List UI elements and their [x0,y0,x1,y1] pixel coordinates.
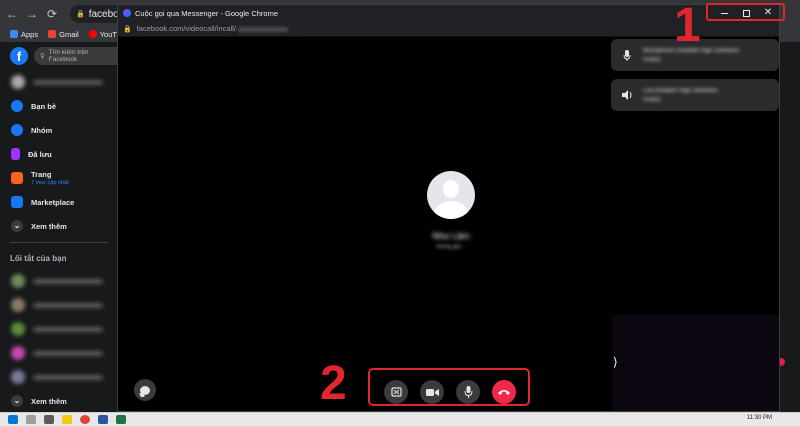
speaker-device-card[interactable]: Loa (Realtek High Definition Audio) [611,79,779,111]
lock-icon: 🔒 [123,25,132,33]
sidebar-item-see-more[interactable]: ⌄ Xem thêm [0,214,118,238]
apps-grid-icon [10,30,18,38]
chevron-right-icon[interactable]: ⟩ [613,355,618,369]
facebook-header: f ⚲ Tìm kiếm trên Facebook [0,42,118,70]
sidebar-item-sublabel: 7 mục cập nhật [31,180,69,186]
facebook-sidebar: f ⚲ Tìm kiếm trên Facebook Bạn bè Nhóm Đ… [0,42,118,412]
shortcut-item[interactable] [0,317,118,341]
shortcut-label-blurred [33,374,103,380]
caller-avatar [427,171,475,219]
youtube-icon [88,30,97,38]
search-icon: ⚲ [40,53,45,60]
facebook-search-input[interactable]: ⚲ Tìm kiếm trên Facebook [34,47,118,65]
profile-name-blurred [33,79,103,85]
start-icon[interactable] [8,415,18,424]
background-right-strip [778,42,800,412]
self-video-preview[interactable] [612,315,779,411]
facebook-logo[interactable]: f [10,47,28,65]
shortcut-label-blurred [33,326,103,332]
app-icon[interactable] [116,415,126,424]
see-more-label: Xem thêm [31,396,67,406]
annotation-box-call-controls [368,368,530,406]
chrome-icon[interactable] [80,415,90,424]
reload-icon[interactable]: ⟳ [46,7,58,21]
device-line: Audio) [643,56,661,63]
avatar [11,370,25,384]
url-blurred-part [237,26,288,32]
call-window-url: facebook.com/videocall/incall/ [137,24,288,33]
chevron-down-icon: ⌄ [11,220,23,232]
chat-button[interactable] [134,379,156,401]
device-line: Audio) [643,96,661,103]
annotation-box-window-controls [706,3,785,21]
back-arrow-icon[interactable]: ← [6,7,18,21]
call-stage: Microphone (Realtek High Definition Audi… [118,37,779,411]
sidebar-item-label: Bạn bè [31,101,57,111]
sidebar-item-pages[interactable]: Trang 7 mục cập nhật [0,166,118,190]
sidebar-item-label: Đã lưu [28,149,52,159]
groups-icon [11,124,23,136]
gmail-icon [48,30,57,38]
sidebar-item-label: Xem thêm [31,221,67,231]
task-view-icon[interactable] [44,415,54,424]
shortcut-item[interactable] [0,365,118,389]
microphone-icon [621,49,633,61]
annotation-number-2: 2 [320,357,347,410]
sidebar-item-label: Trang [31,170,52,179]
shortcuts-title: Lối tắt của bạn [10,253,67,263]
avatar-body [434,201,468,219]
annotation-number-1: 1 [674,0,701,52]
shortcut-label-blurred [33,278,103,284]
bookmark-gmail[interactable]: Gmail [48,30,79,39]
windows-taskbar: 11:30 PM [0,412,800,426]
marketplace-icon [11,196,23,208]
caller-name: Như Lâm [432,231,470,241]
search-icon[interactable] [26,415,36,424]
shortcut-label-blurred [33,302,103,308]
avatar [11,274,25,288]
messenger-call-window: Cuộc gọi qua Messenger - Google Chrome ✕… [117,4,780,412]
forward-arrow-icon[interactable]: → [26,7,38,21]
speaker-icon [621,89,633,101]
profile-row[interactable] [0,70,118,94]
sidebar-item-label: Nhóm [31,125,53,135]
chevron-down-icon: ⌄ [11,395,23,407]
messenger-icon [123,9,131,17]
saved-icon [11,148,20,160]
avatar-head [443,180,459,198]
chat-bubble-icon [140,385,150,395]
divider [10,242,108,243]
shortcut-item[interactable] [0,341,118,365]
sidebar-item-friends[interactable]: Bạn bè [0,94,118,118]
avatar [11,298,25,312]
bookmark-apps[interactable]: Apps [10,30,38,39]
shortcut-item[interactable] [0,293,118,317]
shortcuts-see-more[interactable]: ⌄ Xem thêm [0,389,118,413]
taskbar-clock: 11:30 PM [746,415,772,421]
lock-icon: 🔒 [76,11,85,18]
sidebar-item-marketplace[interactable]: Marketplace [0,190,118,214]
device-line: Loa (Realtek High Definition [643,87,718,94]
call-status: Đang gọi... [436,244,466,250]
shortcut-label-blurred [33,350,103,356]
pages-icon [11,172,23,184]
explorer-icon[interactable] [62,415,72,424]
avatar [11,322,25,336]
shortcut-item[interactable] [0,269,118,293]
call-window-title: Cuộc gọi qua Messenger - Google Chrome [135,8,278,18]
sidebar-item-saved[interactable]: Đã lưu [0,142,118,166]
app-icon[interactable] [98,415,108,424]
friends-icon [11,100,23,112]
sidebar-item-groups[interactable]: Nhóm [0,118,118,142]
avatar [11,75,25,89]
avatar [11,346,25,360]
search-placeholder: Tìm kiếm trên Facebook [48,49,89,63]
sidebar-item-label: Marketplace [31,197,75,207]
